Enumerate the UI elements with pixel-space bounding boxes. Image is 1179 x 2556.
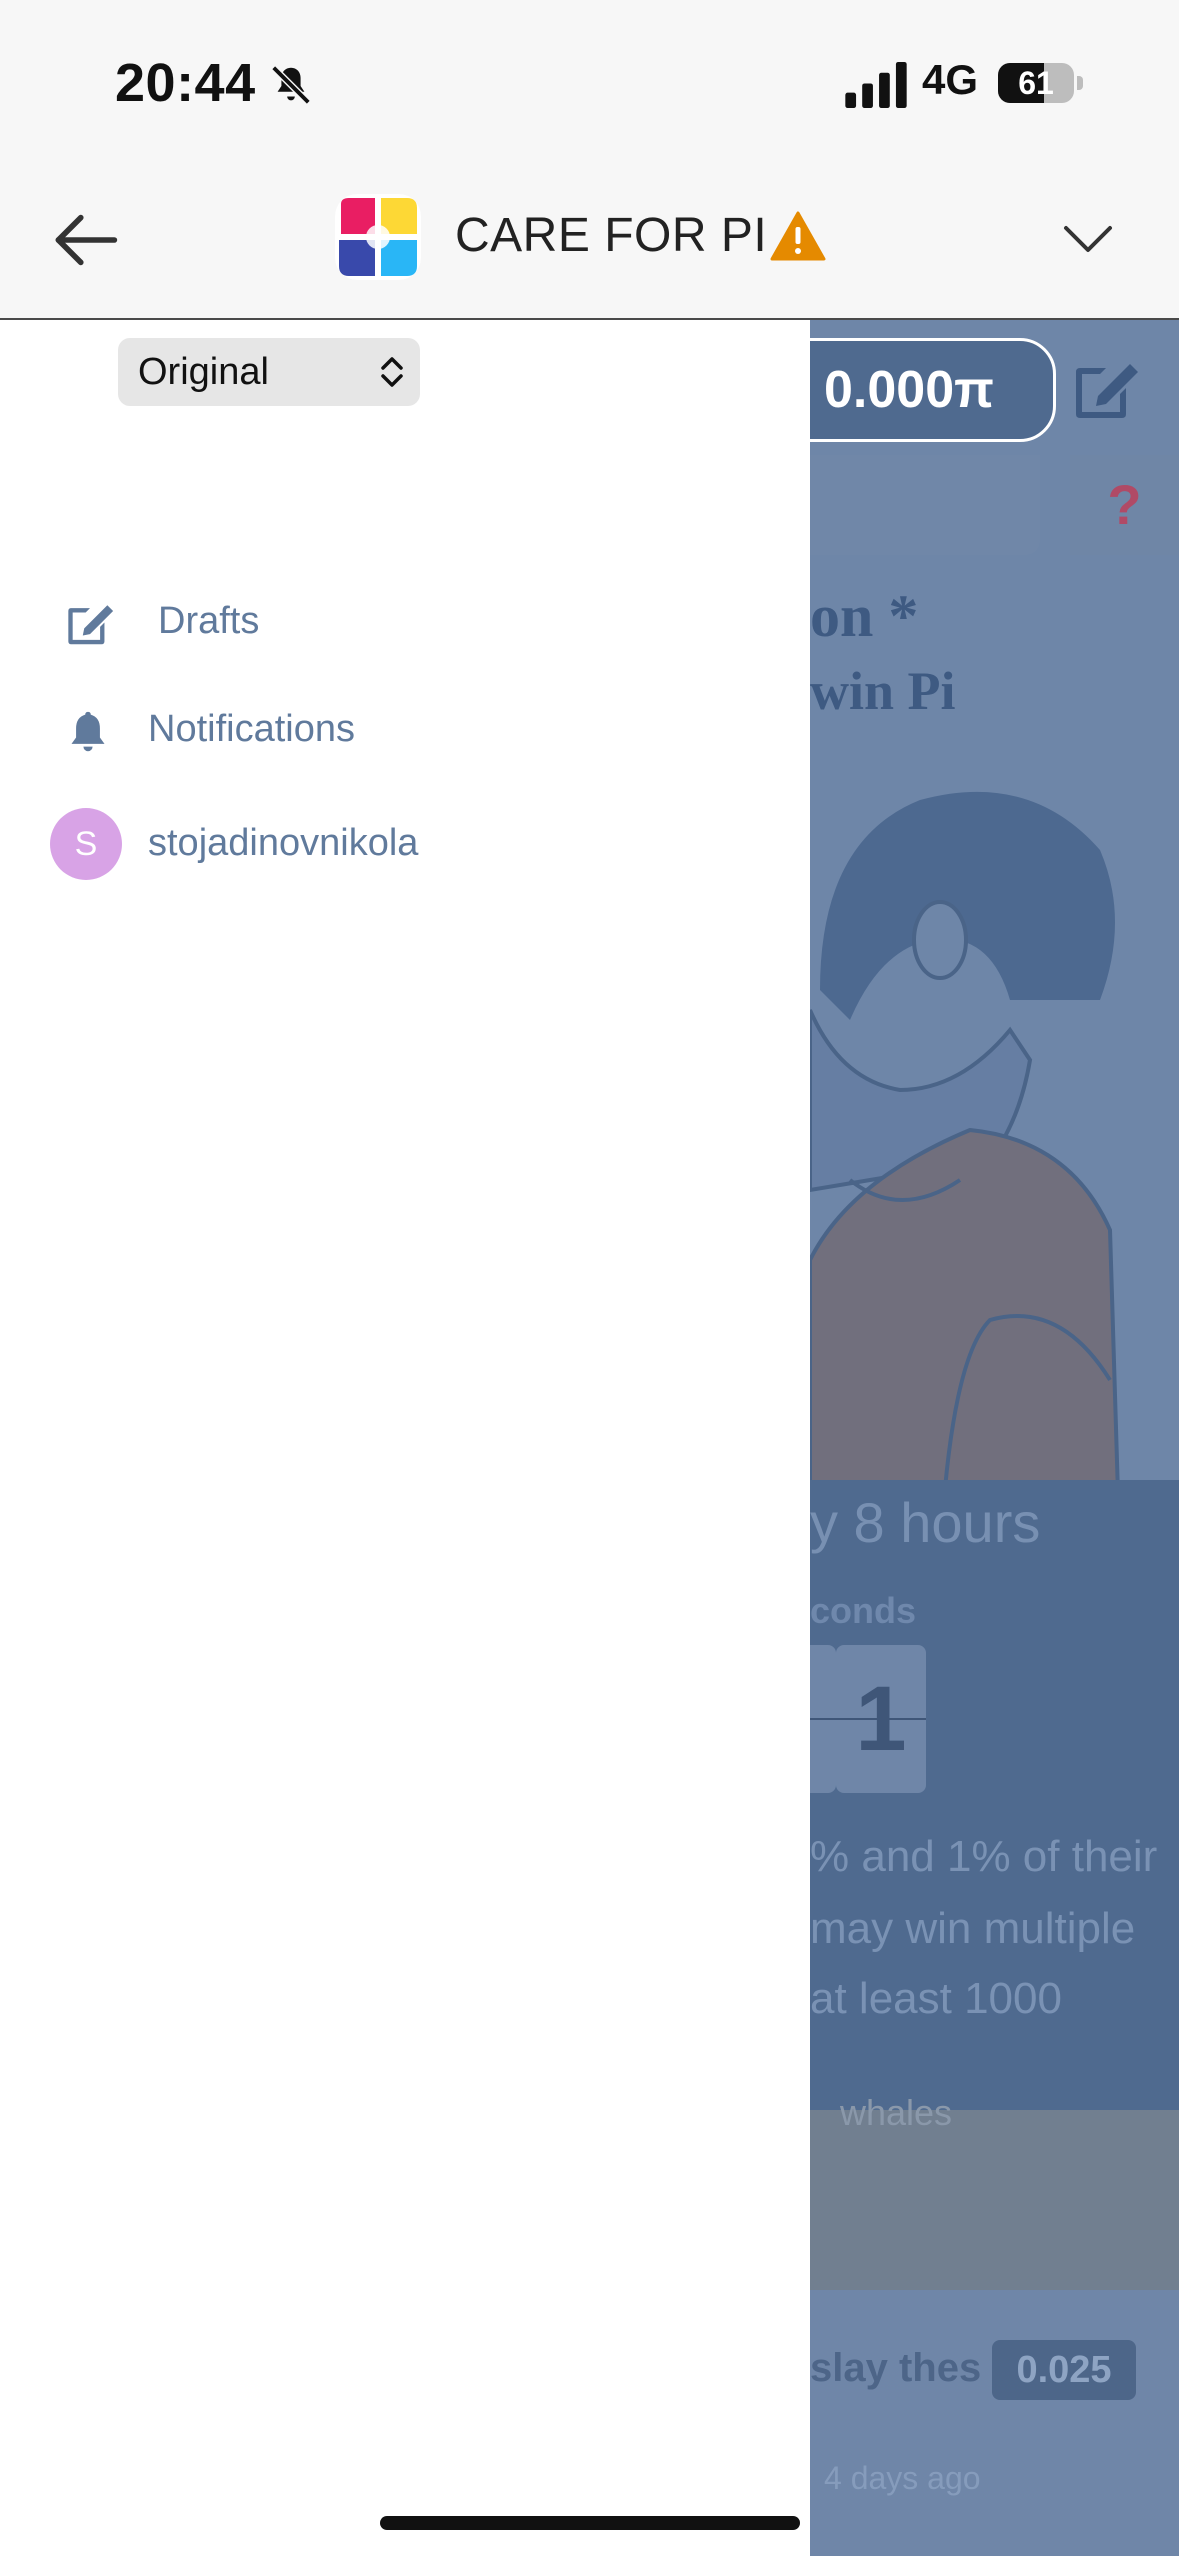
- drawer-item-profile[interactable]: S stojadinovnikola: [0, 808, 600, 888]
- background-partial-text: whales: [840, 2092, 953, 2133]
- avatar: S: [50, 808, 122, 880]
- drawer-item-notifications[interactable]: Notifications: [0, 692, 600, 772]
- countdown-hours-text: y 8 hours: [810, 1491, 1041, 1554]
- chevron-down-icon[interactable]: [1060, 218, 1116, 258]
- signal-icon: [845, 62, 907, 108]
- app-logo-icon: [335, 194, 421, 280]
- drawer-item-label: Drafts: [158, 600, 260, 642]
- drawer-item-label: Notifications: [148, 708, 355, 750]
- background-time-ago: 4 days ago: [824, 2460, 981, 2496]
- drawer-item-drafts[interactable]: Drafts: [0, 584, 600, 664]
- language-select[interactable]: Original: [118, 338, 420, 406]
- background-row-text: slay thes: [810, 2346, 982, 2390]
- background-page: ? on * win Pi y 8 hours conds 1 % and 1%…: [810, 320, 1179, 2556]
- background-heading-1: on *: [810, 583, 919, 649]
- amount-badge: 0.025: [992, 2340, 1136, 2400]
- background-para-1: % and 1% of their: [810, 1832, 1158, 1881]
- status-bar: 20:44 4G 61: [0, 0, 1179, 160]
- bell-icon: [71, 711, 105, 752]
- app-header: CARE FOR PI: [0, 160, 1179, 320]
- back-arrow-icon[interactable]: [50, 210, 120, 270]
- select-arrows-icon: [381, 357, 403, 387]
- battery-icon: 61: [998, 63, 1074, 103]
- background-para-2: may win multiple: [810, 1904, 1136, 1953]
- network-type: 4G: [922, 56, 979, 103]
- battery-tip: [1077, 76, 1083, 90]
- app-title: CARE FOR PI: [455, 209, 768, 262]
- home-indicator[interactable]: [380, 2516, 800, 2530]
- drawer-item-label: stojadinovnikola: [148, 822, 419, 864]
- side-drawer: Original Drafts Notifications S stojadin…: [0, 320, 810, 2556]
- background-heading-2: win Pi: [810, 661, 956, 721]
- background-search-box: [810, 455, 1040, 555]
- battery-level: 61: [1018, 65, 1054, 101]
- help-icon: ?: [1070, 455, 1179, 555]
- countdown-seconds-label: conds: [810, 1590, 917, 1631]
- background-list: [810, 2290, 1179, 2556]
- background-para-3: at least 1000: [810, 1974, 1062, 2023]
- warning-icon[interactable]: [770, 210, 826, 262]
- edit-icon[interactable]: [1070, 358, 1142, 422]
- bell-muted-icon: [271, 65, 311, 105]
- edit-icon: [68, 605, 114, 645]
- language-select-value: Original: [138, 351, 269, 393]
- background-grey-section: [810, 2110, 1179, 2290]
- digit-split-line: [810, 1718, 926, 1720]
- status-time: 20:44: [115, 53, 256, 113]
